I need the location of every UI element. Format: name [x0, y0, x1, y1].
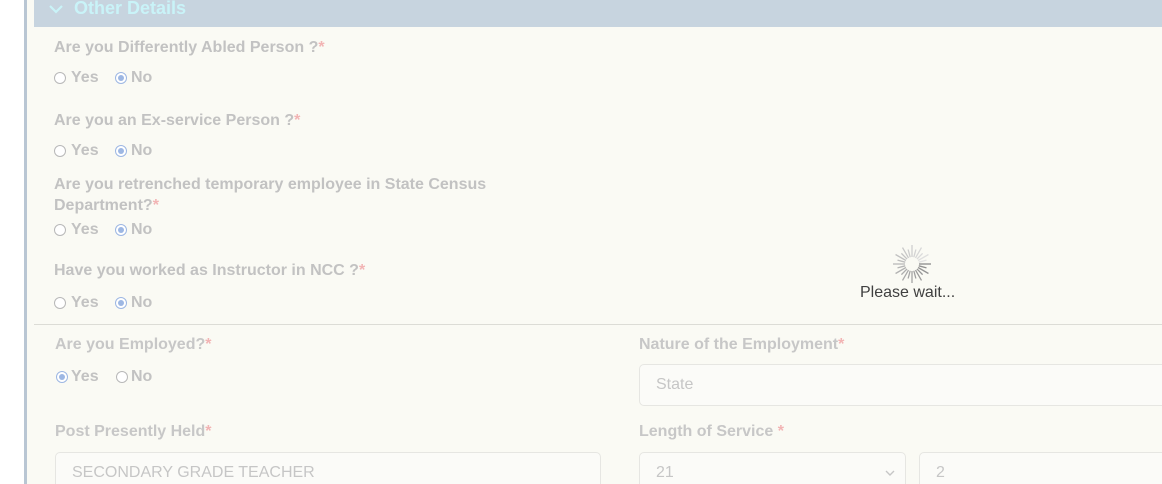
- employed-yes-radio[interactable]: [56, 371, 68, 383]
- required-marker: *: [777, 423, 784, 440]
- required-marker: *: [838, 336, 845, 353]
- length-months-select[interactable]: 2: [919, 452, 1162, 484]
- spinner-ray: [895, 253, 907, 262]
- length-of-service-label: Length of Service *: [639, 423, 784, 441]
- employed-question: Are you Employed?*: [55, 336, 211, 354]
- question-label-line2: Department?: [54, 197, 153, 214]
- differently-abled-yes-radio[interactable]: [54, 72, 66, 84]
- nature-of-employment-field[interactable]: State: [639, 364, 1162, 406]
- loading-indicator: Please wait...: [860, 240, 980, 310]
- spinner-ray: [918, 259, 927, 263]
- radio-label-no: No: [131, 142, 153, 159]
- spinner-ray: [897, 265, 906, 269]
- post-presently-held-label: Post Presently Held*: [55, 423, 212, 441]
- question-ex-service: Are you an Ex-service Person ?*: [54, 110, 300, 131]
- question-retrenched-census: Are you retrenched temporary employee in…: [54, 174, 486, 216]
- please-wait-text: Please wait...: [860, 284, 956, 301]
- required-marker: *: [318, 39, 325, 56]
- ncc-instructor-yes-radio[interactable]: [54, 297, 66, 309]
- spinner-ray: [901, 247, 910, 259]
- spinner-ray: [914, 247, 923, 259]
- required-marker: *: [205, 336, 212, 353]
- radio-label-no: No: [131, 294, 153, 311]
- required-marker: *: [294, 112, 301, 129]
- employed-no-radio[interactable]: [116, 371, 128, 383]
- post-label-text: Post Presently Held: [55, 423, 206, 440]
- ncc-instructor-no-radio[interactable]: [115, 297, 127, 309]
- differently-abled-no-radio[interactable]: [115, 72, 127, 84]
- question-label: Have you worked as Instructor in NCC ?: [54, 262, 359, 279]
- question-label: Are you Differently Abled Person ?: [54, 39, 319, 56]
- chevron-down-icon: [49, 5, 63, 14]
- ex-service-yes-radio[interactable]: [54, 145, 66, 157]
- nature-of-employment-label: Nature of the Employment*: [639, 336, 844, 354]
- question-differently-abled: Are you Differently Abled Person ?*: [54, 37, 325, 58]
- required-marker: *: [205, 423, 212, 440]
- nature-label-text: Nature of the Employment: [639, 336, 839, 353]
- spinner-ray: [901, 269, 910, 281]
- ex-service-no-radio[interactable]: [115, 145, 127, 157]
- section-title: Other Details: [74, 0, 187, 18]
- question-label: Are you an Ex-service Person ?: [54, 112, 295, 129]
- length-years-select[interactable]: 21: [639, 452, 906, 484]
- radio-label-no: No: [131, 221, 153, 238]
- spinner-ray: [913, 270, 917, 279]
- length-months-value: 2: [936, 464, 945, 481]
- retrenched-no-radio[interactable]: [115, 224, 127, 236]
- radio-label-yes: Yes: [71, 221, 99, 238]
- chevron-down-icon: [885, 470, 895, 476]
- section-header[interactable]: Other Details: [34, 0, 1162, 27]
- spinner-ray: [907, 249, 911, 258]
- required-marker: *: [152, 197, 159, 214]
- retrenched-yes-radio[interactable]: [54, 224, 66, 236]
- length-years-value: 21: [656, 464, 674, 481]
- radio-label-no: No: [131, 368, 153, 385]
- post-presently-held-field[interactable]: SECONDARY GRADE TEACHER: [55, 452, 601, 484]
- spinner-ray: [914, 269, 923, 281]
- section-divider: [34, 324, 1162, 325]
- question-label-line1: Are you retrenched temporary employee in…: [54, 176, 487, 193]
- spinner-ray: [895, 266, 907, 275]
- nature-value: State: [656, 376, 694, 393]
- other-details-panel: Other Details Are you Differently Abled …: [27, 0, 1162, 484]
- radio-label-yes: Yes: [71, 142, 99, 159]
- spinner-ray: [917, 253, 929, 262]
- question-ncc-instructor: Have you worked as Instructor in NCC ?*: [54, 260, 365, 281]
- radio-label-no: No: [131, 69, 153, 86]
- spinner-ray: [897, 259, 906, 263]
- radio-label-yes: Yes: [71, 368, 99, 385]
- spinner-ray: [918, 265, 927, 269]
- spinner-ray: [913, 249, 917, 258]
- employed-label: Are you Employed?: [55, 336, 206, 353]
- post-value: SECONDARY GRADE TEACHER: [72, 464, 315, 481]
- page-left-margin: [0, 0, 24, 484]
- radio-label-yes: Yes: [71, 69, 99, 86]
- required-marker: *: [358, 262, 366, 279]
- spinner-ray: [907, 270, 911, 279]
- spinner-icon: [893, 245, 931, 283]
- radio-label-yes: Yes: [71, 294, 99, 311]
- spinner-ray: [917, 266, 929, 275]
- length-label-text: Length of Service: [639, 423, 778, 440]
